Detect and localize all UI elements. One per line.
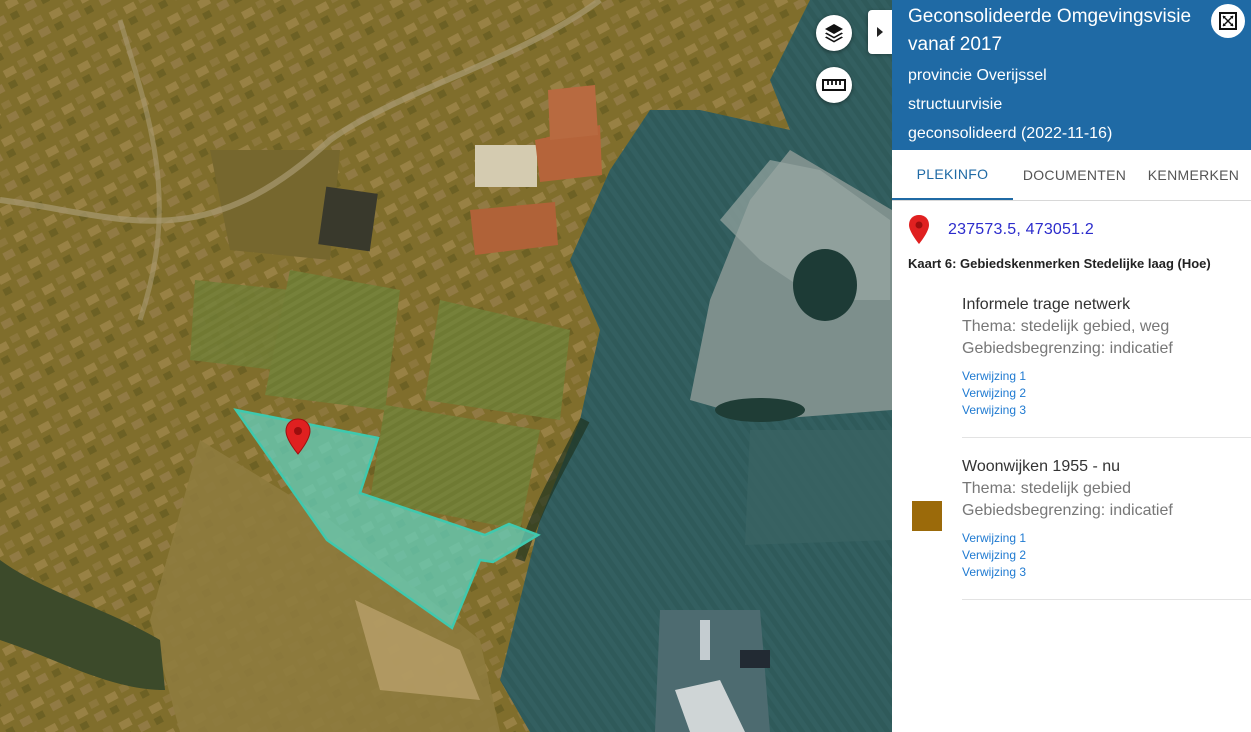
info-panel: Geconsolideerde Omgevingsvisie vanaf 201… — [892, 0, 1251, 732]
plan-status: geconsolideerd (2022-11-16) — [908, 125, 1113, 142]
legend-item-thema: Thema: stedelijk gebied, weg — [962, 318, 1170, 335]
plan-province: provincie Overijssel — [908, 67, 1047, 84]
location-row: 237573.5, 473051.2 — [892, 201, 1251, 245]
legend-item: Woonwijken 1955 - nu Thema: stedelijk ge… — [912, 438, 1251, 600]
reference-link[interactable]: Verwijzing 1 — [962, 530, 1173, 547]
legend-swatch-woonwijken — [912, 501, 942, 531]
legend-item-begrenzing: Gebiedsbegrenzing: indicatief — [962, 340, 1173, 357]
reference-link[interactable]: Verwijzing 2 — [962, 547, 1173, 564]
chevron-right-icon — [877, 27, 883, 37]
map-marker-icon[interactable] — [285, 418, 311, 456]
layers-button[interactable] — [816, 15, 852, 51]
legend-item-title: Woonwijken 1955 - nu — [962, 458, 1121, 475]
fullscreen-icon — [1219, 12, 1237, 30]
aerial-map — [0, 0, 892, 732]
legend-item-thema: Thema: stedelijk gebied — [962, 480, 1131, 497]
fullscreen-button[interactable] — [1211, 4, 1245, 38]
reference-link[interactable]: Verwijzing 3 — [962, 564, 1173, 581]
legend-swatch-empty — [912, 294, 942, 437]
tab-kenmerken[interactable]: KENMERKEN — [1136, 150, 1251, 200]
tab-documenten[interactable]: DOCUMENTEN — [1013, 150, 1136, 200]
reference-link[interactable]: Verwijzing 2 — [962, 385, 1173, 402]
ruler-icon — [822, 79, 846, 91]
plan-title: Geconsolideerde Omgevingsvisie vanaf 201… — [908, 6, 1192, 55]
legend-item-begrenzing: Gebiedsbegrenzing: indicatief — [962, 502, 1173, 519]
reference-link[interactable]: Verwijzing 3 — [962, 402, 1173, 419]
plan-type: structuurvisie — [908, 96, 1003, 113]
collapse-panel-button[interactable] — [868, 10, 892, 54]
tab-plekinfo[interactable]: PLEKINFO — [892, 150, 1013, 200]
map-view[interactable] — [0, 0, 892, 732]
layers-icon — [825, 24, 843, 43]
legend-item: Informele trage netwerk Thema: stedelijk… — [962, 294, 1251, 438]
legend-swatch — [912, 438, 942, 599]
panel-tabs: PLEKINFO DOCUMENTEN KENMERKEN — [892, 150, 1251, 201]
legend-item-title: Informele trage netwerk — [962, 296, 1131, 313]
reference-link[interactable]: Verwijzing 1 — [962, 368, 1173, 385]
measure-button[interactable] — [816, 67, 852, 103]
layer-heading: Kaart 6: Gebiedskenmerken Stedelijke laa… — [908, 256, 1211, 271]
panel-header: Geconsolideerde Omgevingsvisie vanaf 201… — [892, 0, 1251, 150]
location-coordinates[interactable]: 237573.5, 473051.2 — [948, 221, 1094, 239]
map-marker-icon — [909, 215, 929, 244]
